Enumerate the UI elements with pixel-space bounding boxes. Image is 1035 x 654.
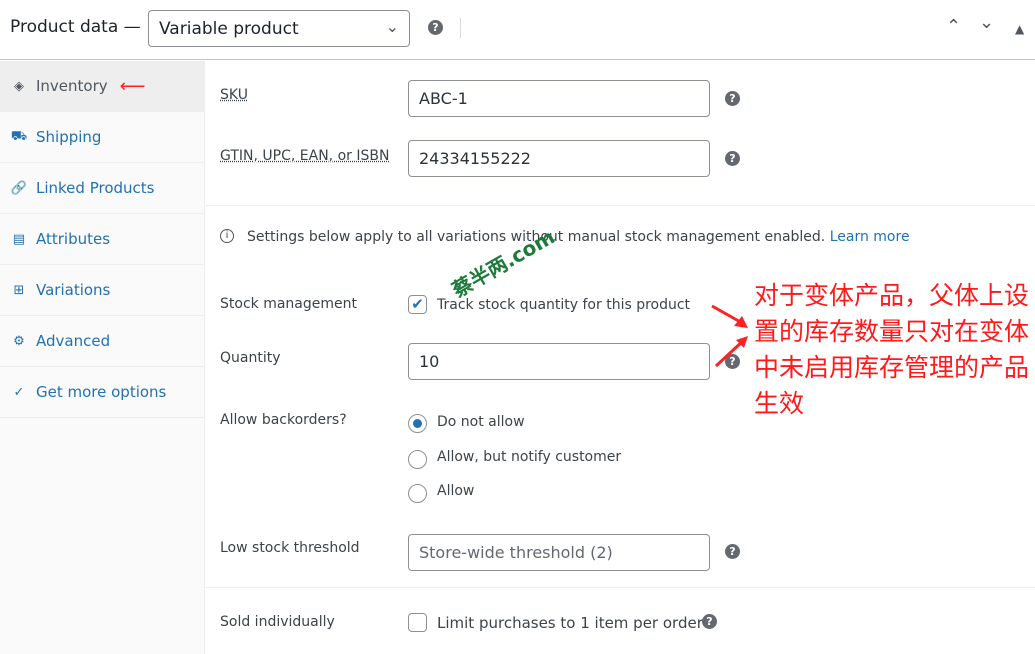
- gtin-input[interactable]: 24334155222: [408, 140, 710, 177]
- tab-linked-products[interactable]: 🔗 Linked Products: [0, 163, 204, 214]
- red-arrow-icon: ⟵: [119, 75, 146, 97]
- tab-inventory[interactable]: ◈ Inventory ⟵: [0, 61, 204, 112]
- truck-icon: ⛟: [10, 128, 28, 144]
- link-icon: 🔗: [10, 180, 28, 196]
- sku-label: SKU: [220, 87, 248, 103]
- product-type-value: Variable product: [159, 19, 299, 39]
- tab-shipping[interactable]: ⛟ Shipping: [0, 112, 204, 163]
- move-up-icon[interactable]: ⌃: [946, 16, 961, 37]
- list-icon: ▤: [12, 231, 26, 247]
- plug-icon: ✓: [13, 384, 25, 400]
- tab-attributes[interactable]: ▤ Attributes: [0, 214, 204, 265]
- backorders-label: Allow backorders?: [220, 412, 347, 428]
- help-icon[interactable]: ?: [725, 91, 740, 106]
- radio-allow[interactable]: [408, 484, 427, 503]
- gtin-label: GTIN, UPC, EAN, or ISBN: [220, 148, 390, 164]
- sold-individually-text: Limit purchases to 1 item per order: [437, 614, 703, 632]
- low-stock-label: Low stock threshold: [220, 540, 360, 556]
- tab-label: Shipping: [36, 128, 102, 146]
- radio-allow-notify[interactable]: [408, 450, 427, 469]
- product-data-tabs: ◈ Inventory ⟵ ⛟ Shipping 🔗 Linked Products …: [0, 61, 205, 654]
- divider: [206, 205, 1035, 206]
- sold-individually-checkbox[interactable]: [408, 613, 427, 632]
- tab-get-more-options[interactable]: ✓ Get more options: [0, 367, 204, 418]
- move-down-icon[interactable]: ⌄: [979, 12, 994, 33]
- arrow-head: [734, 316, 748, 328]
- chevron-down-icon: ⌄: [385, 17, 399, 36]
- option-label: Allow, but notify customer: [437, 449, 622, 465]
- divider: [460, 18, 461, 38]
- option-label: Allow: [437, 483, 475, 499]
- tab-label: Attributes: [36, 230, 111, 248]
- help-icon[interactable]: ?: [428, 20, 443, 35]
- learn-more-link[interactable]: Learn more: [830, 229, 910, 245]
- notice-text: Settings below apply to all variations w…: [247, 229, 910, 245]
- radio-do-not-allow[interactable]: [408, 414, 427, 433]
- quantity-label: Quantity: [220, 350, 281, 366]
- divider: [206, 587, 1035, 588]
- collapse-toggle-icon[interactable]: ▲: [1015, 22, 1024, 36]
- sku-input[interactable]: ABC-1: [408, 80, 710, 117]
- help-icon[interactable]: ?: [725, 544, 740, 559]
- product-type-select[interactable]: Variable product ⌄: [148, 10, 410, 47]
- annotation-note: 对于变体产品，父体上设置的库存数量只对在变体中未启用库存管理的产品生效: [754, 281, 1030, 418]
- arrow-line: [714, 338, 746, 368]
- product-data-header: Product data — Variable product ⌄ ? ⌃ ⌄ ▲: [0, 0, 1035, 60]
- tab-label: Get more options: [36, 383, 167, 401]
- sold-individually-label: Sold individually: [220, 614, 335, 630]
- gear-icon: ⚙: [13, 333, 25, 349]
- tab-variations[interactable]: ⊞ Variations: [0, 265, 204, 316]
- info-icon: i: [220, 229, 234, 243]
- tab-label: Variations: [36, 281, 111, 299]
- stock-management-checkbox[interactable]: ✔: [408, 295, 427, 314]
- tab-label: Inventory: [36, 77, 108, 95]
- low-stock-input[interactable]: Store-wide threshold (2): [408, 534, 710, 571]
- tab-label: Advanced: [36, 332, 111, 350]
- quantity-input[interactable]: 10: [408, 343, 710, 380]
- tab-label: Linked Products: [36, 179, 155, 197]
- stock-management-text: Track stock quantity for this product: [437, 297, 691, 313]
- grid-icon: ⊞: [13, 282, 25, 298]
- help-icon[interactable]: ?: [702, 614, 717, 629]
- option-label: Do not allow: [437, 414, 525, 430]
- help-icon[interactable]: ?: [725, 151, 740, 166]
- panel-title: Product data —: [10, 17, 141, 37]
- stock-management-label: Stock management: [220, 296, 357, 312]
- tag-icon: ◈: [14, 78, 24, 94]
- red-arrows: [711, 304, 748, 368]
- tab-advanced[interactable]: ⚙ Advanced: [0, 316, 204, 367]
